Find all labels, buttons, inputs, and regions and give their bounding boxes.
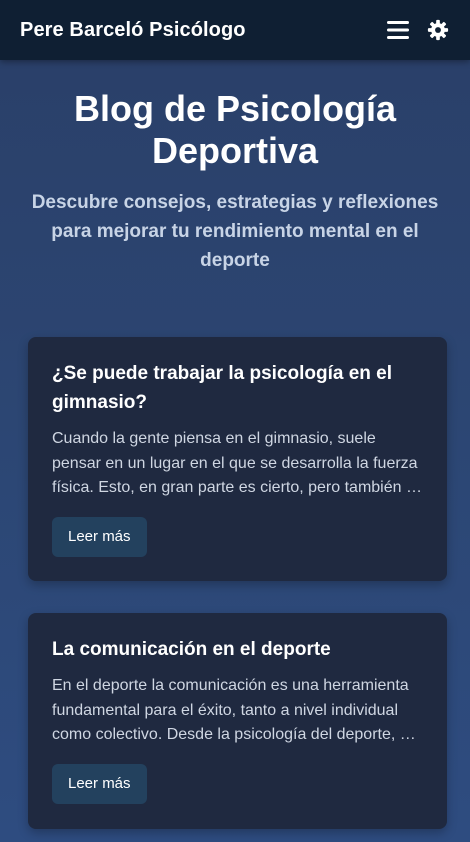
blog-post-card: La comunicación en el deporte En el depo… [28,613,447,829]
read-more-button[interactable]: Leer más [52,516,147,557]
blog-post-card: ¿Se puede trabajar la psicología en el g… [28,337,447,581]
read-more-button[interactable]: Leer más [52,763,147,804]
hamburger-menu-icon[interactable] [386,18,410,42]
site-brand[interactable]: Pere Barceló Psicólogo [20,19,246,42]
page-subtitle: Descubre consejos, estrategias y reflexi… [31,192,439,271]
post-excerpt: En el deporte la comunicación es una her… [52,677,416,743]
post-title[interactable]: ¿Se puede trabajar la psicología en el g… [52,359,423,417]
post-excerpt: Cuando la gente piensa en el gimnasio, s… [52,430,422,496]
gear-icon[interactable] [426,18,450,42]
blog-hero: Blog de Psicología Deportiva Descubre co… [0,88,470,275]
header-actions [386,18,450,42]
page-title: Blog de Psicología Deportiva [73,88,397,171]
top-navbar: Pere Barceló Psicólogo [0,0,470,60]
post-title[interactable]: La comunicación en el deporte [52,635,423,664]
